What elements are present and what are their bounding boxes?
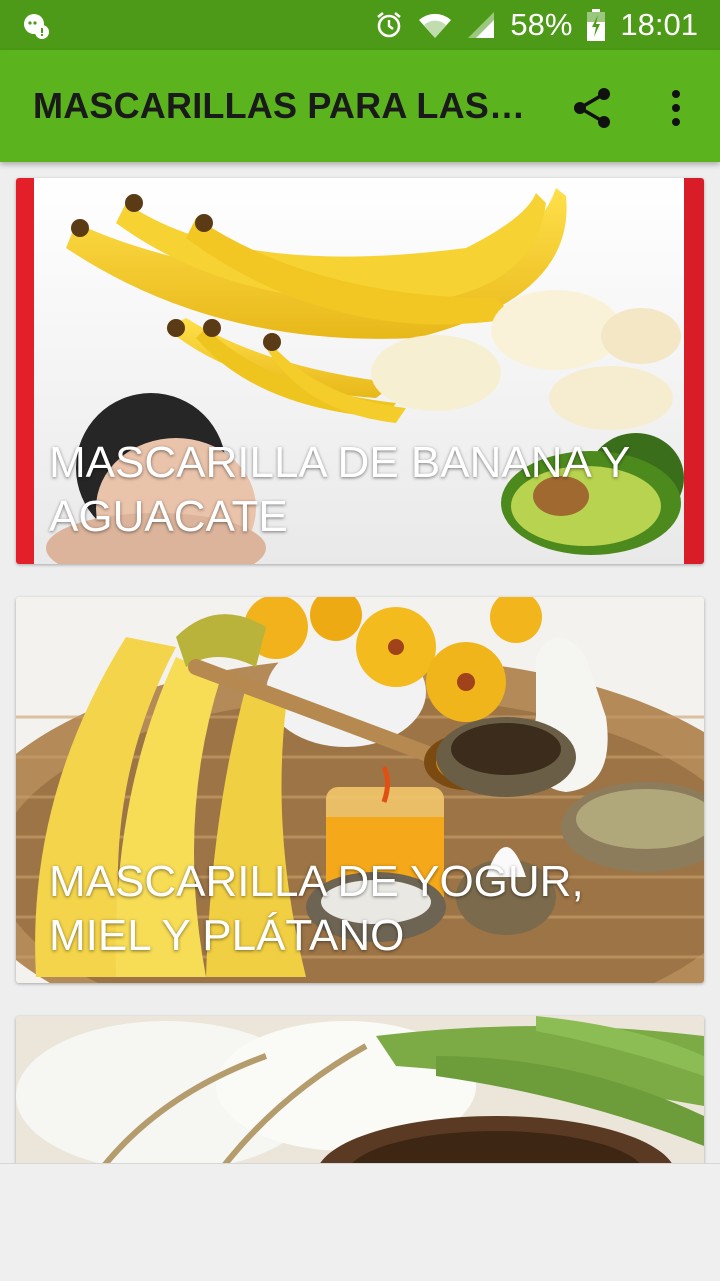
recipe-card-2[interactable]: MASCARILLA DE YOGUR, MIEL Y PLÁTANO <box>16 597 704 983</box>
status-bar: 58% 18:01 <box>0 0 720 50</box>
recipe-card-3[interactable] <box>16 1016 704 1176</box>
share-icon[interactable] <box>568 84 616 132</box>
aloe-towels-image <box>16 1016 704 1176</box>
wifi-icon <box>419 13 452 38</box>
app-bar: MASCARILLAS PARA LAS… <box>0 50 720 162</box>
more-vert-icon[interactable] <box>660 84 692 132</box>
card-title-1: MASCARILLA DE BANANA Y AGUACATE <box>49 438 630 541</box>
battery-charging-icon <box>587 9 606 41</box>
clock: 18:01 <box>620 7 698 42</box>
page-title: MASCARILLAS PARA LAS… <box>33 85 526 126</box>
battery-percent: 58% <box>510 7 573 42</box>
alarm-icon <box>377 11 402 38</box>
recipe-card-1[interactable]: MASCARILLA DE BANANA Y AGUACATE <box>16 178 704 564</box>
bottom-panel <box>0 1163 720 1281</box>
card-title-2: MASCARILLA DE YOGUR, MIEL Y PLÁTANO <box>49 857 584 960</box>
signal-icon <box>468 12 495 38</box>
chat-notification-icon <box>24 14 49 39</box>
